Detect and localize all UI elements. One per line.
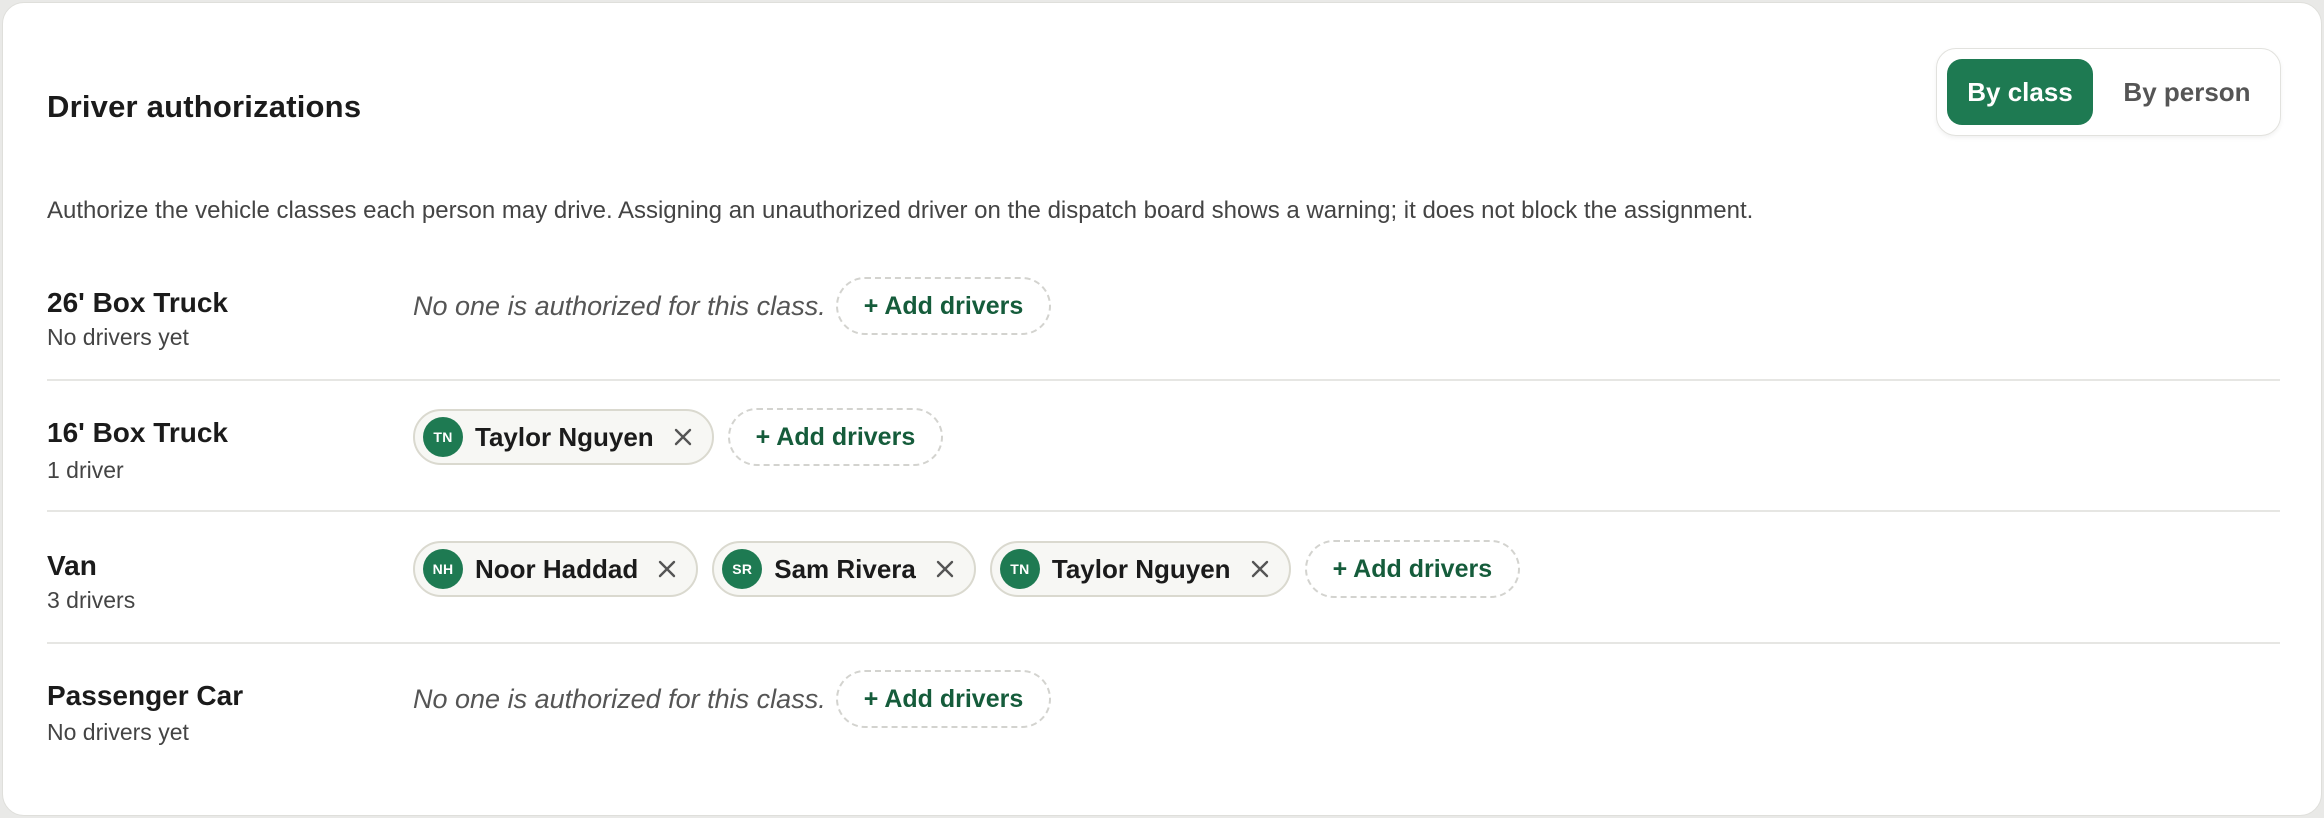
vehicle-class-row: 16' Box Truck 1 driver TN Taylor Nguyen … [47,381,2280,512]
avatar: TN [999,549,1040,589]
close-icon[interactable] [670,424,696,450]
vehicle-class-row: 26' Box Truck No drivers yet No one is a… [47,250,2280,381]
driver-name: Sam Rivera [774,553,916,584]
driver-count: 1 driver [47,457,124,483]
driver-name: Taylor Nguyen [1051,553,1231,584]
avatar: TN [423,417,463,457]
driver-name: Noor Haddad [475,553,639,584]
driver-chips: NH Noor Haddad SR Sam Rivera TN Taylor N… [413,540,1521,598]
class-name: Passenger Car [47,680,244,711]
driver-chip: NH Noor Haddad [413,541,699,597]
driver-chips: TN Taylor Nguyen + Add drivers [413,408,944,466]
class-name: Van [47,550,97,581]
vehicle-class-row: Passenger Car No drivers yet No one is a… [47,644,2280,775]
page-description: Authorize the vehicle classes each perso… [47,197,1754,224]
add-drivers-button[interactable]: + Add drivers [835,670,1052,728]
class-name: 16' Box Truck [47,417,228,448]
empty-note: No one is authorized for this class. [413,290,826,321]
view-toggle: By class By person [1936,48,2281,136]
close-icon[interactable] [654,556,680,582]
add-drivers-button[interactable]: + Add drivers [1304,540,1521,598]
driver-name: Taylor Nguyen [475,421,654,452]
by-person-toggle[interactable]: By person [2107,59,2267,125]
page-title: Driver authorizations [47,89,362,124]
driver-chips: No one is authorized for this class. + A… [413,277,1052,335]
class-name: 26' Box Truck [47,287,228,318]
driver-authorizations-card: Driver authorizations By class By person… [2,2,2322,816]
by-class-toggle[interactable]: By class [1947,59,2093,125]
driver-chip: TN Taylor Nguyen [989,541,1291,597]
avatar: SR [722,549,763,589]
add-drivers-button[interactable]: + Add drivers [835,277,1052,335]
driver-chip: TN Taylor Nguyen [413,409,714,465]
empty-note: No one is authorized for this class. [413,683,826,714]
driver-count: No drivers yet [47,324,189,350]
avatar: NH [423,549,463,589]
close-icon[interactable] [1247,556,1273,582]
close-icon[interactable] [932,556,958,582]
add-drivers-button[interactable]: + Add drivers [727,408,944,466]
driver-chips: No one is authorized for this class. + A… [413,670,1052,728]
driver-chip: SR Sam Rivera [712,541,976,597]
driver-count: No drivers yet [47,719,189,745]
vehicle-class-row: Van 3 drivers NH Noor Haddad SR Sam Rive… [47,513,2280,644]
driver-count: 3 drivers [47,587,136,613]
